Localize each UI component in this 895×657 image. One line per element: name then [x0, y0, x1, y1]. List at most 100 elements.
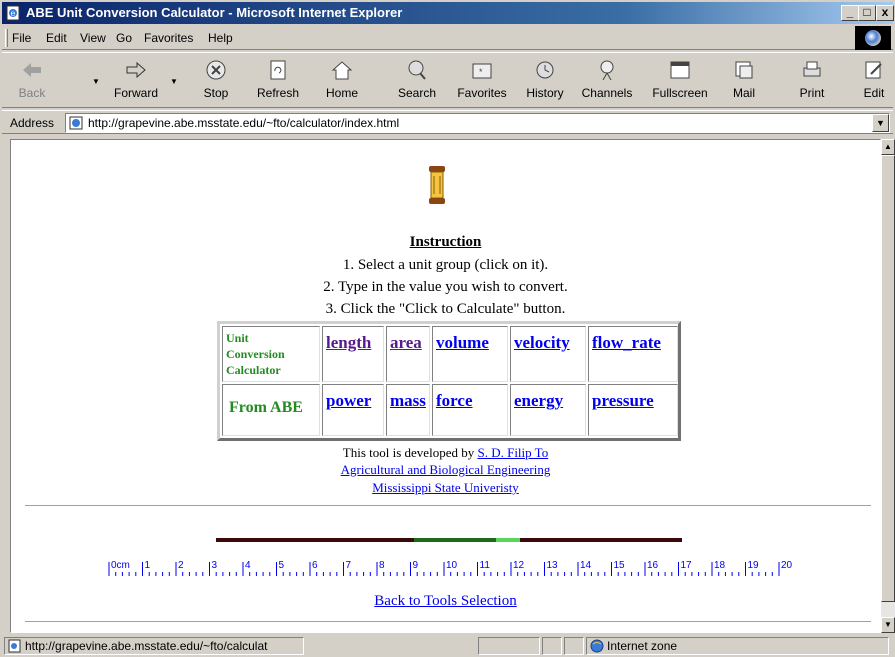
- unit-cell-energy: energy: [510, 384, 586, 436]
- unit-link-velocity[interactable]: velocity: [514, 333, 570, 353]
- edit-page-icon: [865, 61, 882, 79]
- unit-cell-force: force: [432, 384, 508, 436]
- history-button[interactable]: History: [522, 56, 568, 106]
- menu-edit[interactable]: Edit: [46, 31, 67, 45]
- mail-button[interactable]: Mail: [724, 56, 764, 106]
- menu-help[interactable]: Help: [208, 31, 233, 45]
- ruler-label: 8: [379, 560, 385, 571]
- instruction-title: Instruction: [409, 234, 482, 250]
- back-button[interactable]: Back: [12, 56, 52, 106]
- unit-link-force[interactable]: force: [436, 391, 473, 411]
- ruler-label: 1: [144, 560, 151, 571]
- univ-line: Mississippi State Univeristy: [11, 480, 880, 496]
- scroll-down-icon[interactable]: ▼: [881, 617, 895, 633]
- fullscreen-button[interactable]: Fullscreen: [650, 56, 710, 106]
- status-url: http://grapevine.abe.msstate.edu/~fto/ca…: [25, 639, 268, 653]
- instruction-step-3: 3. Click the "Click to Calculate" button…: [325, 301, 566, 317]
- status-bar: http://grapevine.abe.msstate.edu/~fto/ca…: [2, 636, 893, 656]
- unit-link-volume[interactable]: volume: [436, 333, 489, 353]
- table-from-cell: From ABE: [222, 384, 320, 436]
- ruler-label: 18: [714, 560, 726, 571]
- menu-view[interactable]: View: [80, 31, 106, 45]
- unit-link-mass[interactable]: mass: [390, 391, 426, 411]
- back-dropdown-icon[interactable]: ▼: [92, 77, 100, 86]
- browser-window: e ABE Unit Conversion Calculator - Micro…: [0, 0, 895, 657]
- unit-cell-length: length: [322, 326, 384, 382]
- scroll-icon: [429, 166, 445, 204]
- ruler-label: 7: [345, 560, 352, 571]
- refresh-icon: [270, 60, 286, 80]
- ruler-label: 19: [747, 560, 759, 571]
- ruler-label: 6: [312, 560, 318, 571]
- address-input[interactable]: http://grapevine.abe.msstate.edu/~fto/ca…: [65, 113, 890, 133]
- svg-text:*: *: [479, 67, 483, 77]
- refresh-button[interactable]: Refresh: [254, 56, 302, 106]
- status-panel-2: [542, 637, 562, 655]
- edit-button[interactable]: Edit: [858, 56, 890, 106]
- unit-link-area[interactable]: area: [390, 333, 422, 353]
- stop-button[interactable]: Stop: [196, 56, 236, 106]
- home-button[interactable]: Home: [322, 56, 362, 106]
- ruler-label: 17: [680, 560, 692, 571]
- author-link[interactable]: S. D. Filip To: [477, 445, 548, 460]
- credit-line: This tool is developed by S. D. Filip To: [11, 445, 880, 461]
- unit-cell-flow-rate: flow_rate: [588, 326, 678, 382]
- menu-favorites[interactable]: Favorites: [144, 31, 193, 45]
- maximize-button[interactable]: □: [858, 5, 876, 21]
- university-link[interactable]: Mississippi State Univeristy: [372, 480, 519, 495]
- forward-dropdown-icon[interactable]: ▼: [170, 77, 178, 86]
- unit-link-power[interactable]: power: [326, 391, 371, 411]
- channels-label: Channels: [581, 86, 633, 100]
- close-button[interactable]: x: [876, 5, 894, 21]
- scroll-thumb[interactable]: [881, 155, 895, 602]
- ruler-label: 3: [211, 560, 218, 571]
- table-from-label: From ABE: [229, 399, 303, 416]
- refresh-label: Refresh: [256, 86, 300, 100]
- vertical-scrollbar[interactable]: ▲ ▼: [881, 139, 895, 633]
- history-label: History: [526, 86, 564, 100]
- credit-prefix: This tool is developed by: [342, 445, 478, 460]
- ruler-label: 15: [613, 560, 625, 571]
- divider-top: [25, 505, 871, 507]
- ie-page-icon: e: [6, 5, 20, 21]
- forward-button[interactable]: Forward: [110, 56, 162, 106]
- ruler-label: 12: [513, 560, 525, 571]
- unit-link-flow-rate[interactable]: flow_rate: [592, 333, 661, 353]
- minimize-button[interactable]: _: [841, 5, 859, 21]
- centimeter-ruler: 0cm 1 2 3 4 5 6 7 8 9 10 11 12 13 14 15 16 17 18 19 20: [107, 560, 792, 578]
- history-icon: [536, 61, 554, 79]
- dept-line: Agricultural and Biological Engineering: [11, 462, 880, 478]
- favorites-button[interactable]: * Favorites: [454, 56, 510, 106]
- department-link[interactable]: Agricultural and Biological Engineering: [341, 462, 551, 477]
- scroll-up-icon[interactable]: ▲: [881, 139, 895, 155]
- print-label: Print: [799, 86, 825, 100]
- channels-button[interactable]: Channels: [580, 56, 634, 106]
- favorites-folder-icon: *: [472, 63, 492, 79]
- back-to-tools-link[interactable]: Back to Tools Selection: [374, 593, 516, 609]
- ruler-label: 14: [580, 560, 592, 571]
- status-panel-1: [478, 637, 540, 655]
- ruler-label: 0cm: [111, 560, 130, 571]
- printer-icon: [803, 61, 821, 77]
- ruler-label: 16: [647, 560, 659, 571]
- window-title: ABE Unit Conversion Calculator - Microso…: [26, 5, 403, 20]
- unit-link-pressure[interactable]: pressure: [592, 391, 654, 411]
- home-label: Home: [325, 86, 358, 100]
- home-icon: [331, 61, 353, 80]
- search-button[interactable]: Search: [394, 56, 440, 106]
- back-label: Back: [18, 86, 46, 100]
- unit-link-energy[interactable]: energy: [514, 391, 563, 411]
- status-zone: Internet zone: [607, 639, 678, 653]
- unit-link-length[interactable]: length: [326, 333, 371, 353]
- table-heading: Unit Conversion Calculator: [226, 331, 285, 377]
- internet-zone-icon: [590, 639, 604, 653]
- fullscreen-icon: [670, 61, 690, 79]
- menu-file[interactable]: File: [12, 31, 31, 45]
- unit-group-table: Unit Conversion Calculator length area v…: [217, 321, 681, 441]
- address-dropdown-icon[interactable]: ▼: [872, 114, 889, 132]
- menu-go[interactable]: Go: [116, 31, 132, 45]
- address-bar: Address http://grapevine.abe.msstate.edu…: [2, 110, 893, 134]
- unit-cell-area: area: [386, 326, 430, 382]
- print-button[interactable]: Print: [792, 56, 832, 106]
- table-heading-cell: Unit Conversion Calculator: [222, 326, 320, 382]
